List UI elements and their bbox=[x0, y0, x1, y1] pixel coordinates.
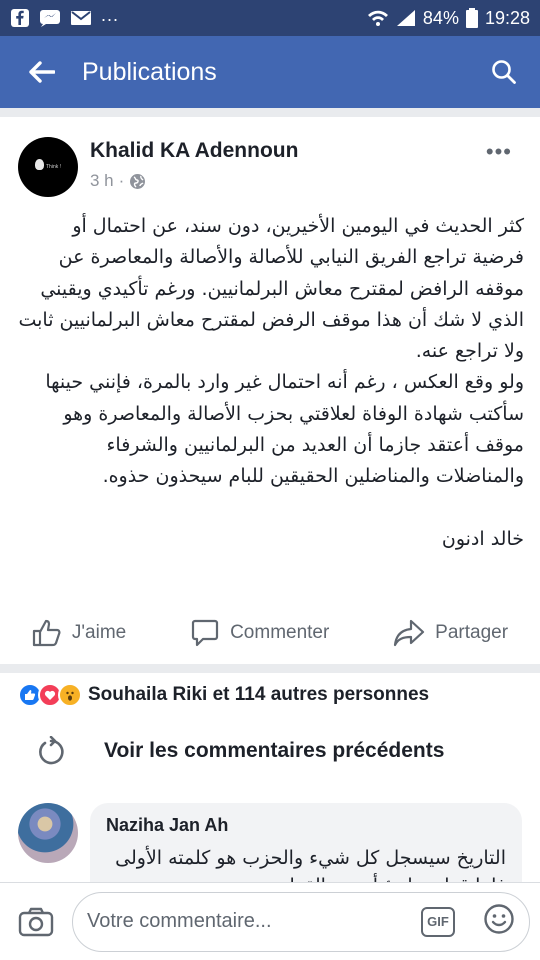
back-arrow-icon bbox=[29, 61, 55, 83]
author-avatar[interactable]: Think ! bbox=[18, 137, 78, 197]
post-paragraph: كثر الحديث في اليومين الأخيرين، دون سند،… bbox=[18, 215, 524, 363]
previous-comments-label: Voir les commentaires précédents bbox=[104, 739, 445, 762]
back-button[interactable] bbox=[12, 36, 72, 108]
search-icon bbox=[492, 60, 516, 84]
post-time[interactable]: 3 h bbox=[90, 171, 114, 191]
more-notifications-indicator: ... bbox=[101, 5, 120, 25]
meta-separator: · bbox=[118, 171, 125, 190]
gif-button[interactable]: GIF bbox=[421, 906, 455, 937]
reaction-icons bbox=[18, 683, 82, 707]
wow-reaction-icon bbox=[58, 683, 82, 707]
signal-icon bbox=[396, 9, 416, 27]
battery-percent: 84% bbox=[422, 7, 459, 28]
commenter-name[interactable]: Naziha Jan Ah bbox=[106, 815, 506, 836]
post-signature: خالد ادنون bbox=[441, 527, 524, 550]
message-notification-icon bbox=[39, 8, 61, 28]
post-paragraph: ولو وقع العكس ، رغم أنه احتمال غير وارد … bbox=[45, 371, 524, 488]
commenter-avatar[interactable] bbox=[18, 803, 78, 863]
battery-icon bbox=[465, 8, 478, 28]
comment-text: التاريخ سيسجل كل شيء والحزب هو كلمته الأ… bbox=[115, 847, 506, 882]
camera-icon bbox=[18, 907, 54, 936]
post-options-button[interactable]: ••• bbox=[486, 139, 512, 165]
like-button[interactable]: J'aime bbox=[32, 619, 126, 647]
smiley-icon bbox=[484, 904, 514, 934]
comment-input-placeholder: Votre commentaire... bbox=[87, 910, 272, 932]
reactions-summary[interactable]: Souhaila Riki et 114 autres personnes bbox=[0, 673, 540, 717]
app-bar: Publications bbox=[0, 36, 540, 108]
comments-list: Naziha Jan Ah التاريخ سيسجل كل شيء والحز… bbox=[0, 785, 540, 882]
status-bar: ... 84% 19:28 bbox=[0, 0, 540, 36]
clock: 19:28 bbox=[484, 7, 530, 28]
share-arrow-icon bbox=[394, 619, 425, 647]
globe-icon bbox=[130, 173, 146, 189]
emoji-button[interactable] bbox=[483, 903, 515, 940]
avatar-caption: Think ! bbox=[46, 164, 62, 170]
mail-notification-icon bbox=[70, 9, 92, 27]
comment-bubble-icon bbox=[191, 619, 219, 647]
comment-button[interactable]: Commenter bbox=[190, 619, 329, 647]
view-previous-comments[interactable]: Voir les commentaires précédents bbox=[0, 717, 540, 785]
search-button[interactable] bbox=[474, 36, 534, 108]
post-card: Think ! Khalid KA Adennoun 3 h · ••• كثر… bbox=[0, 117, 540, 664]
post-author[interactable]: Khalid KA Adennoun bbox=[90, 139, 298, 163]
like-label: J'aime bbox=[71, 622, 127, 643]
comment-input[interactable]: Votre commentaire... GIF bbox=[72, 891, 530, 952]
reactions-count: Souhaila Riki et 114 autres personnes bbox=[88, 684, 430, 705]
facebook-notification-icon bbox=[10, 8, 30, 28]
lightbulb-icon bbox=[35, 159, 44, 170]
refresh-icon bbox=[26, 736, 76, 766]
thumbs-up-icon bbox=[32, 619, 61, 647]
wifi-icon bbox=[367, 9, 389, 27]
share-button[interactable]: Partager bbox=[393, 619, 508, 647]
post-body: كثر الحديث في اليومين الأخيرين، دون سند،… bbox=[18, 211, 524, 555]
share-label: Partager bbox=[435, 622, 509, 643]
comment-composer: Votre commentaire... GIF bbox=[0, 882, 540, 960]
comment-bubble[interactable]: Naziha Jan Ah التاريخ سيسجل كل شيء والحز… bbox=[90, 803, 522, 882]
post-actions: J'aime Commenter Partager bbox=[0, 607, 540, 659]
post-meta: 3 h · bbox=[90, 171, 146, 191]
page-title: Publications bbox=[82, 57, 217, 86]
camera-button[interactable] bbox=[14, 907, 58, 937]
comment-label: Commenter bbox=[230, 622, 330, 643]
